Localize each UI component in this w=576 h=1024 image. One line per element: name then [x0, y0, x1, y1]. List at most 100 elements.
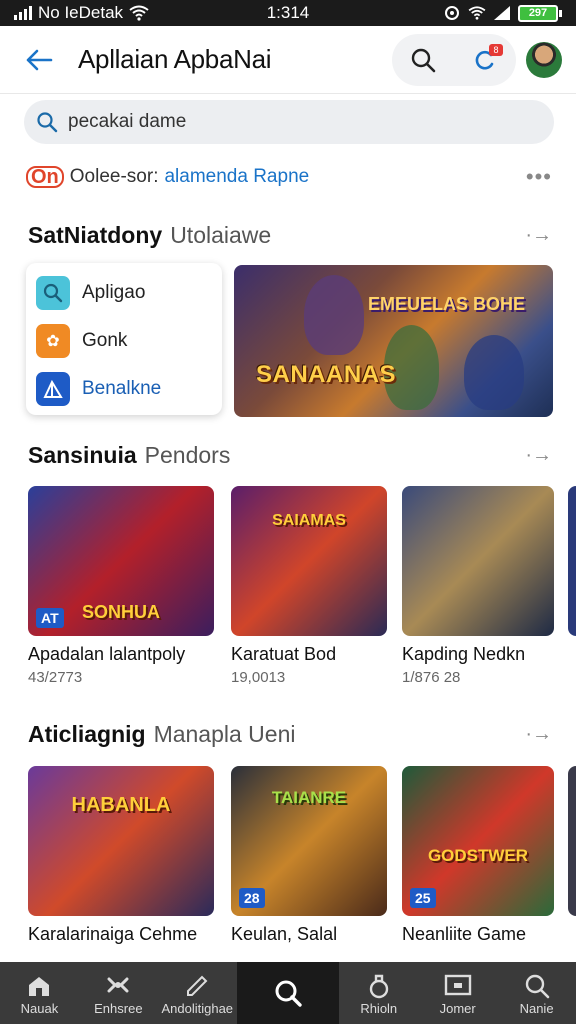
game-meta: 19,0013: [231, 669, 286, 686]
thumbnail-title: SAIAMAS: [272, 512, 346, 529]
game-name: Karalarinaiga Cehme: [28, 924, 198, 944]
profile-icon: [524, 971, 550, 1001]
search-icon: [37, 112, 58, 133]
game-thumbnail: GODSTWER 25: [402, 766, 554, 916]
nav-item-profile[interactable]: Nanie: [497, 962, 576, 1024]
section-title: Sansinuia: [28, 441, 137, 468]
notifications-button[interactable]: 8: [465, 40, 505, 80]
game-row-1: SONHUA AT Apadalan lalantpoly 43/2773 SA…: [28, 486, 576, 696]
signal-icon: [14, 6, 32, 20]
thumbnail-title: HABANLA: [71, 794, 171, 816]
thumbnail-title: GODSTWER: [427, 846, 529, 865]
game-row-2: HABANLA Karalarinaiga Cehme TAIANRE 28 K…: [28, 766, 576, 976]
arrow-right-icon[interactable]: ·→: [525, 723, 552, 746]
game-card[interactable]: HABANLA Karalarinaiga Cehme: [28, 766, 214, 945]
bag-icon: [368, 971, 390, 1001]
banner-title: SANAANAS: [256, 361, 397, 388]
arrow-right-icon[interactable]: ·→: [525, 224, 552, 247]
suggestion-prefix: Oolee-sor:: [69, 166, 159, 187]
section-title: Aticliagnig: [28, 720, 146, 747]
game-card-partial[interactable]: [568, 766, 576, 916]
more-options-icon[interactable]: •••: [526, 164, 552, 190]
game-card[interactable]: SONHUA AT Apadalan lalantpoly 43/2773: [28, 486, 214, 686]
game-thumbnail: [568, 766, 576, 916]
section-header-1: SatNiatdony Utolaiawe ·→: [28, 218, 552, 252]
arrow-right-icon[interactable]: ·→: [525, 444, 552, 467]
page-title: Apllaian ApbaNai: [78, 44, 272, 74]
search-icon: [411, 48, 436, 72]
back-button[interactable]: [22, 43, 56, 77]
camera-icon: [445, 6, 459, 20]
nav-item-library[interactable]: Jomer: [418, 962, 497, 1024]
section-subtitle: Manapla Ueni: [153, 720, 296, 747]
battery-level: 297: [518, 4, 558, 22]
suggestion-link[interactable]: alamenda Rapne: [164, 166, 309, 188]
game-card[interactable]: Kapding Nedkn 1/876 28: [402, 486, 554, 686]
pen-icon: [184, 971, 210, 1001]
game-badge: AT: [36, 608, 64, 628]
screen-icon: [444, 971, 472, 1001]
section-header-3: Aticliagnig Manapla Ueni ·→: [28, 717, 552, 751]
gamepad-icon: [103, 971, 133, 1001]
section-header-2: Sansinuia Pendors ·→: [28, 438, 552, 472]
game-name: Keulan, Salal: [231, 924, 338, 944]
suggestion-row: On Oolee-sor: alamenda Rapne •••: [26, 162, 552, 192]
search-icon: [273, 978, 303, 1008]
menu-item-apligao[interactable]: Apligao: [36, 269, 212, 317]
search-input[interactable]: [68, 111, 508, 133]
menu-item-gonk[interactable]: ✿ Gonk: [36, 317, 212, 365]
featured-banner[interactable]: SANAANAS EMEUELAS BOHE: [234, 265, 553, 417]
game-thumbnail: SAIAMAS: [231, 486, 387, 636]
nav-label: Nauak: [20, 1000, 59, 1016]
nav-item-games[interactable]: Enhsree: [79, 962, 158, 1024]
app-bar: Apllaian ApbaNai 8: [0, 26, 576, 94]
nav-item-search[interactable]: [236, 962, 340, 1024]
banner-subtitle: EMEUELAS BOHE: [367, 294, 525, 314]
nav-label: Andolitighae: [161, 1000, 234, 1016]
game-name: Neanliite Game: [402, 924, 527, 944]
nav-label: Rhioln: [360, 1000, 398, 1016]
status-bar: No IeDetak 1:314 297: [0, 0, 576, 26]
game-badge: 25: [410, 888, 436, 908]
menu-item-label: Apligao: [82, 282, 146, 303]
nav-item-home[interactable]: Nauak: [0, 962, 79, 1024]
thumbnail-title: TAIANRE: [271, 788, 347, 807]
search-bar[interactable]: [24, 100, 554, 144]
avatar[interactable]: [526, 41, 562, 78]
puzzle-icon: ✿: [36, 324, 70, 358]
battery-icon: 297: [518, 4, 562, 22]
game-name: Karatuat Bod: [231, 644, 337, 664]
nav-item-create[interactable]: Andolitighae: [158, 962, 237, 1024]
carrier-label: No IeDetak: [38, 3, 124, 22]
menu-item-benalkne[interactable]: Benalkne: [36, 365, 212, 413]
section-subtitle: Utolaiawe: [170, 221, 272, 248]
game-card[interactable]: GODSTWER 25 Neanliite Game: [402, 766, 554, 945]
search-button[interactable]: [403, 40, 443, 80]
game-name: Kapding Nedkn: [402, 644, 526, 664]
quick-menu: Apligao ✿ Gonk Benalkne: [26, 263, 222, 415]
search-icon: [36, 276, 70, 310]
game-card[interactable]: SAIAMAS Karatuat Bod 19,0013: [231, 486, 387, 686]
game-card-partial[interactable]: [568, 486, 576, 636]
notification-badge: 8: [489, 43, 503, 56]
game-thumbnail: [402, 486, 554, 636]
menu-item-label: Gonk: [82, 330, 128, 351]
wifi-icon: [129, 5, 149, 21]
nav-label: Enhsree: [94, 1000, 143, 1016]
game-name: Apadalan lalantpoly: [28, 644, 186, 664]
section-title: SatNiatdony: [28, 221, 163, 248]
game-meta: 1/876 28: [402, 669, 461, 686]
cell-signal-icon: [494, 6, 510, 20]
section-subtitle: Pendors: [144, 441, 231, 468]
mountain-icon: [36, 372, 70, 406]
home-icon: [26, 971, 52, 1001]
game-thumbnail: SONHUA AT: [28, 486, 214, 636]
game-card[interactable]: TAIANRE 28 Keulan, Salal: [231, 766, 387, 945]
arrow-left-icon: [26, 49, 53, 70]
nav-item-store[interactable]: Rhioln: [339, 962, 418, 1024]
header-actions: 8: [392, 33, 516, 86]
menu-item-label: Benalkne: [82, 378, 162, 399]
game-meta: 43/2773: [28, 669, 83, 686]
nav-label: Jomer: [439, 1000, 476, 1016]
game-badge: 28: [239, 888, 265, 908]
